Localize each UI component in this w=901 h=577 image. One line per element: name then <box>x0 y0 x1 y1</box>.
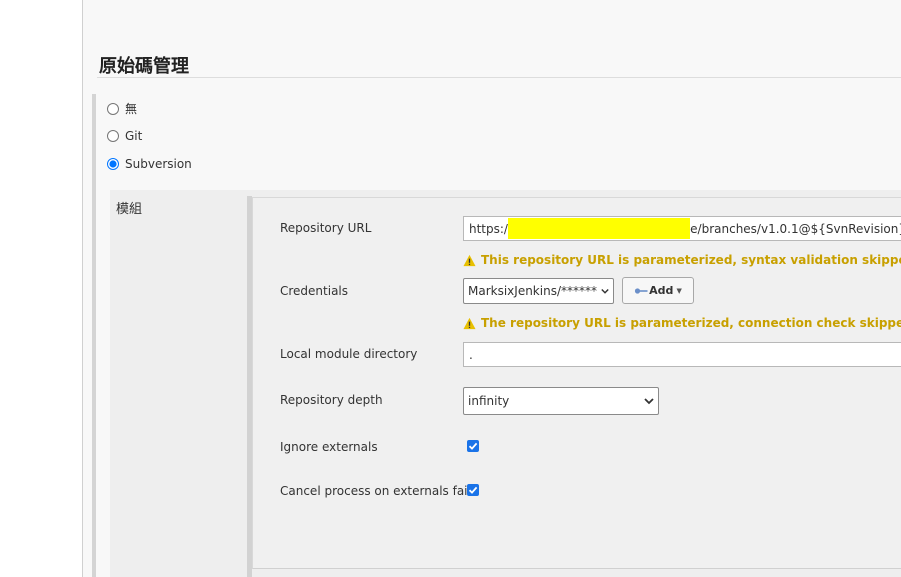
ignore-externals-checkbox[interactable] <box>467 440 479 452</box>
scm-subversion-radio[interactable] <box>107 158 119 170</box>
checkmark-icon <box>468 486 478 494</box>
scm-option-git[interactable]: Git <box>107 129 142 143</box>
local-module-directory-input[interactable]: . <box>463 342 901 367</box>
scm-options: 無 Git Subversion 模組 Repository URL https… <box>92 94 901 577</box>
subversion-config: 模組 Repository URL https:/ e/branches/v1.0… <box>110 190 901 577</box>
left-side-panel <box>0 0 83 577</box>
repository-url-label: Repository URL <box>280 221 372 235</box>
scm-git-radio[interactable] <box>107 130 119 142</box>
scm-none-label: 無 <box>125 102 138 116</box>
checkmark-icon <box>468 442 478 450</box>
key-icon <box>635 287 648 294</box>
url-syntax-warning: This repository URL is parameterized, sy… <box>463 253 901 267</box>
repository-url-suffix: e/branches/v1.0.1@${SvnRevision} <box>690 221 901 236</box>
repository-url-input[interactable]: https:/ e/branches/v1.0.1@${SvnRevision} <box>463 216 901 241</box>
credentials-add-button[interactable]: Add ▼ <box>622 277 694 304</box>
repository-depth-select[interactable]: infinity <box>463 387 659 415</box>
scm-option-subversion[interactable]: Subversion <box>107 157 192 171</box>
credentials-select[interactable]: MarksixJenkins/****** <box>463 278 614 304</box>
url-syntax-warning-text: This repository URL is parameterized, sy… <box>481 253 901 267</box>
connection-check-warning-text: The repository URL is parameterized, con… <box>481 316 901 330</box>
cancel-on-externals-fail-label: Cancel process on externals fail <box>280 484 471 498</box>
main-content: 原始碼管理 無 Git Subversion 模組 Repository URL… <box>83 0 901 577</box>
credentials-selected: MarksixJenkins/****** <box>468 284 597 298</box>
section-divider <box>97 77 901 78</box>
redacted-block <box>507 218 691 239</box>
module-entry: Repository URL https:/ e/branches/v1.0.1@… <box>252 197 901 569</box>
scm-none-radio[interactable] <box>107 102 119 115</box>
chevron-down-icon <box>644 397 654 404</box>
warning-triangle-icon <box>463 254 476 266</box>
credentials-add-label: Add <box>649 284 674 297</box>
scm-git-label: Git <box>125 129 143 143</box>
section-title: 原始碼管理 <box>99 56 189 77</box>
local-module-directory-label: Local module directory <box>280 347 418 361</box>
ignore-externals-label: Ignore externals <box>280 440 378 454</box>
scm-subversion-label: Subversion <box>125 157 192 171</box>
credentials-label: Credentials <box>280 284 349 298</box>
repository-depth-selected: infinity <box>468 394 510 408</box>
repository-url-prefix: https:/ <box>469 221 508 236</box>
repository-depth-label: Repository depth <box>280 393 383 407</box>
warning-triangle-icon <box>463 317 476 329</box>
modules-label: 模組 <box>116 202 143 217</box>
local-module-directory-value: . <box>469 347 473 362</box>
cancel-on-externals-fail-checkbox[interactable] <box>467 484 479 496</box>
connection-check-warning: The repository URL is parameterized, con… <box>463 316 901 330</box>
scm-option-none[interactable]: 無 <box>107 100 137 117</box>
chevron-down-icon <box>601 288 609 294</box>
caret-down-icon: ▼ <box>676 286 682 295</box>
